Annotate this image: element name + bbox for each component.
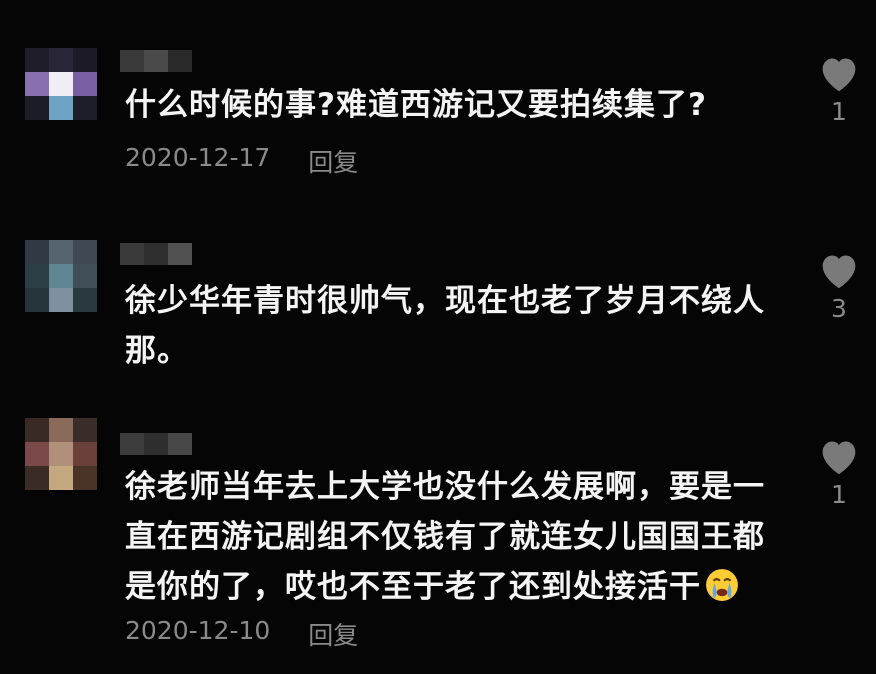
username-pixel (144, 50, 168, 72)
comment-meta: 2020-12-10 回复 (125, 616, 358, 652)
comment-meta: 2020-12-17 回复 (125, 143, 358, 179)
crying-face-emoji (706, 569, 738, 601)
avatar-pixel (49, 48, 73, 72)
avatar-pixel (25, 418, 49, 442)
avatar-pixel (73, 442, 97, 466)
username-pixel (120, 243, 144, 265)
avatar[interactable] (25, 48, 97, 120)
avatar-pixel (73, 96, 97, 120)
like-count: 3 (831, 294, 847, 323)
username-pixel (120, 50, 144, 72)
avatar-pixel (49, 466, 73, 490)
avatar-pixel (49, 288, 73, 312)
avatar-pixel (25, 442, 49, 466)
avatar-pixel (73, 418, 97, 442)
avatar-pixel (25, 96, 49, 120)
avatar-pixel (25, 48, 49, 72)
username-pixel (120, 433, 144, 455)
username[interactable] (120, 50, 192, 72)
comment-date: 2020-12-10 (125, 616, 271, 645)
comment-text: 徐老师当年去上大学也没什么发展啊，要是一直在西游记剧组不仅钱有了就连女儿国国王都… (125, 462, 775, 612)
avatar-pixel (73, 466, 97, 490)
avatar-pixel (25, 466, 49, 490)
avatar-pixel (73, 72, 97, 96)
avatar-pixel (49, 240, 73, 264)
like-count: 1 (831, 480, 847, 509)
username[interactable] (120, 243, 192, 265)
avatar-pixel (25, 72, 49, 96)
username-pixel (168, 433, 192, 455)
avatar-pixel (49, 264, 73, 288)
avatar-pixel (49, 418, 73, 442)
comment-text-body: 徐老师当年去上大学也没什么发展啊，要是一直在西游记剧组不仅钱有了就连女儿国国王都… (125, 469, 765, 605)
avatar-pixel (25, 288, 49, 312)
comment-text: 什么时候的事?难道西游记又要拍续集了? (125, 87, 707, 123)
avatar-pixel (25, 240, 49, 264)
username-pixel (168, 243, 192, 265)
comment-date: 2020-12-17 (125, 143, 271, 172)
avatar-pixel (73, 288, 97, 312)
avatar-pixel (73, 264, 97, 288)
avatar-pixel (49, 72, 73, 96)
like-button[interactable]: 3 (808, 250, 870, 323)
like-button[interactable]: 1 (808, 436, 870, 509)
reply-button[interactable]: 回复 (308, 143, 358, 179)
heart-icon (822, 441, 856, 475)
username-pixel (144, 243, 168, 265)
avatar-pixel (49, 442, 73, 466)
like-count: 1 (831, 97, 847, 126)
avatar-pixel (73, 240, 97, 264)
avatar[interactable] (25, 240, 97, 312)
heart-icon (822, 58, 856, 92)
reply-button[interactable]: 回复 (308, 616, 358, 652)
username-pixel (168, 50, 192, 72)
avatar-pixel (25, 264, 49, 288)
avatar-pixel (73, 48, 97, 72)
comment-text: 徐少华年青时很帅气，现在也老了岁月不绕人那。 (125, 283, 765, 369)
avatar-pixel (49, 96, 73, 120)
heart-icon (822, 255, 856, 289)
username-pixel (144, 433, 168, 455)
avatar[interactable] (25, 418, 97, 490)
username[interactable] (120, 433, 192, 455)
like-button[interactable]: 1 (808, 53, 870, 126)
